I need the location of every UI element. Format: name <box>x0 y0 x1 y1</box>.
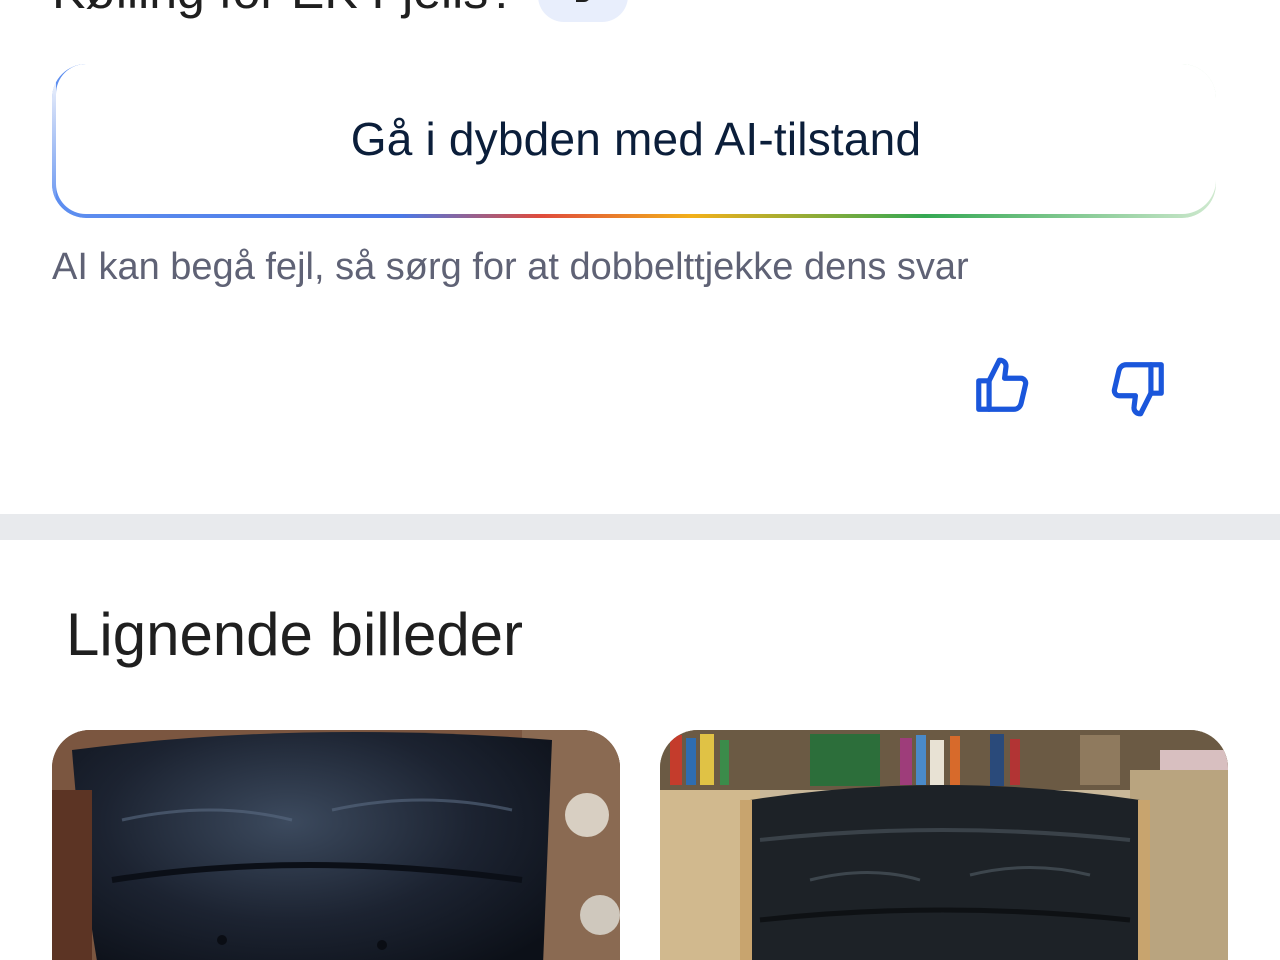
similar-image-2[interactable] <box>660 730 1228 960</box>
ai-mode-button[interactable]: Gå i dybden med AI-tilstand <box>56 64 1216 214</box>
thumbs-down-button[interactable] <box>1102 352 1174 424</box>
similar-images-title: Lignende billeder <box>66 601 524 668</box>
audio-chip-button[interactable] <box>538 0 628 22</box>
thumbs-up-button[interactable] <box>966 350 1038 422</box>
section-divider <box>0 514 1280 540</box>
similar-image-1[interactable] <box>52 730 620 960</box>
thumbs-down-icon <box>1111 362 1164 417</box>
partial-heading: Kølling for EK Fjells? <box>52 0 516 20</box>
leather-chair-bookshelf-image <box>660 730 1228 960</box>
ai-disclaimer: AI kan begå fejl, så sørg for at dobbelt… <box>52 246 969 288</box>
leather-chair-image <box>52 730 620 960</box>
thumbs-up-icon <box>976 357 1029 412</box>
ai-mode-border: Gå i dybden med AI-tilstand <box>52 64 1216 218</box>
chip-icon <box>576 0 590 2</box>
